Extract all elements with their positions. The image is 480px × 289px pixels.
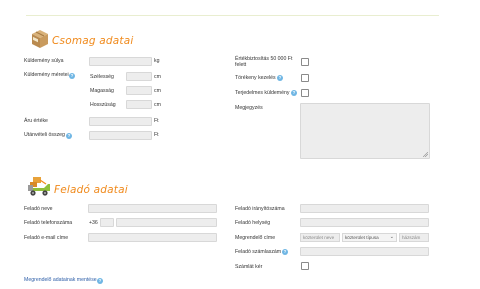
- address-label: Megrendelő címe: [235, 235, 276, 241]
- sender-email-label: Feladó e-mail címe: [24, 235, 69, 241]
- phone-area-input[interactable]: [100, 218, 114, 227]
- sender-name-input[interactable]: [88, 204, 217, 213]
- package-section-title: Csomag adatai: [52, 35, 134, 47]
- width-label: Szélesség: [90, 74, 114, 80]
- width-input[interactable]: [126, 72, 152, 81]
- save-help-icon[interactable]: ?: [97, 278, 103, 284]
- account-input[interactable]: [300, 247, 429, 256]
- resize-handle-icon[interactable]: [423, 152, 428, 157]
- invoice-checkbox[interactable]: [301, 262, 309, 270]
- bulky-label: Terjedelmes küldemény: [235, 90, 290, 96]
- phone-number-input[interactable]: [116, 218, 217, 227]
- sender-city-input[interactable]: [300, 218, 429, 227]
- note-textarea[interactable]: [300, 103, 430, 159]
- insurance-label-line2: felett: [235, 62, 247, 68]
- height-input[interactable]: [126, 86, 152, 95]
- bulky-help-icon[interactable]: ?: [291, 90, 297, 96]
- insurance-label: Értékbiztosítás 50 000 Ft felett: [235, 56, 292, 68]
- length-unit: cm: [154, 102, 161, 108]
- weight-label: Küldemény súlya: [24, 58, 64, 64]
- account-label: Feladó számlaszám: [235, 249, 282, 255]
- account-help-icon[interactable]: ?: [282, 249, 288, 255]
- phone-prefix: +36: [89, 220, 98, 226]
- delivery-truck-icon: [26, 175, 52, 197]
- house-number-input[interactable]: házszám: [399, 233, 429, 242]
- street-name-input[interactable]: közterület neve: [300, 233, 340, 242]
- insurance-checkbox[interactable]: [301, 58, 309, 66]
- fragile-label: Törékeny kezelés: [235, 75, 276, 81]
- bulky-checkbox[interactable]: [301, 89, 309, 97]
- cod-label: Utánvételi összeg: [24, 132, 65, 138]
- width-unit: cm: [154, 74, 161, 80]
- goods-value-label: Áru értéke: [24, 118, 48, 124]
- height-label: Magasság: [90, 88, 114, 94]
- cod-input[interactable]: [89, 131, 152, 140]
- fragile-checkbox[interactable]: [301, 74, 309, 82]
- sender-city-label: Feladó helység: [235, 220, 271, 226]
- cod-help-icon[interactable]: ?: [66, 133, 72, 139]
- sender-zip-input[interactable]: [300, 204, 429, 213]
- goods-value-input[interactable]: [89, 117, 152, 126]
- street-type-select[interactable]: közterület típusa ⌄: [342, 233, 397, 242]
- fragile-help-icon[interactable]: ?: [277, 75, 283, 81]
- package-box-icon: [29, 27, 51, 49]
- chevron-down-icon: ⌄: [389, 234, 394, 240]
- street-type-value: közterület típusa: [345, 235, 379, 240]
- save-customer-data-link[interactable]: Megrendelő adatainak mentése: [24, 277, 97, 284]
- length-label: Hosszúság: [90, 102, 116, 108]
- dimensions-help-icon[interactable]: ?: [69, 73, 75, 79]
- sender-phone-label: Feladó telefonszáma: [24, 220, 73, 226]
- weight-input[interactable]: [89, 57, 152, 66]
- height-unit: cm: [154, 88, 161, 94]
- length-input[interactable]: [126, 100, 152, 109]
- sender-section-title: Feladó adatai: [54, 184, 128, 196]
- sender-email-input[interactable]: [88, 233, 217, 242]
- goods-value-unit: Ft: [154, 118, 159, 124]
- invoice-label: Számlát kér: [235, 264, 263, 270]
- sender-name-label: Feladó neve: [24, 206, 53, 212]
- sender-zip-label: Feladó irányítószáma: [235, 206, 285, 212]
- note-label: Megjegyzés: [235, 105, 263, 111]
- cod-unit: Ft: [154, 132, 159, 138]
- weight-unit: kg: [154, 58, 160, 64]
- dimensions-label: Küldemény méretei: [24, 72, 69, 78]
- top-divider: [26, 15, 439, 16]
